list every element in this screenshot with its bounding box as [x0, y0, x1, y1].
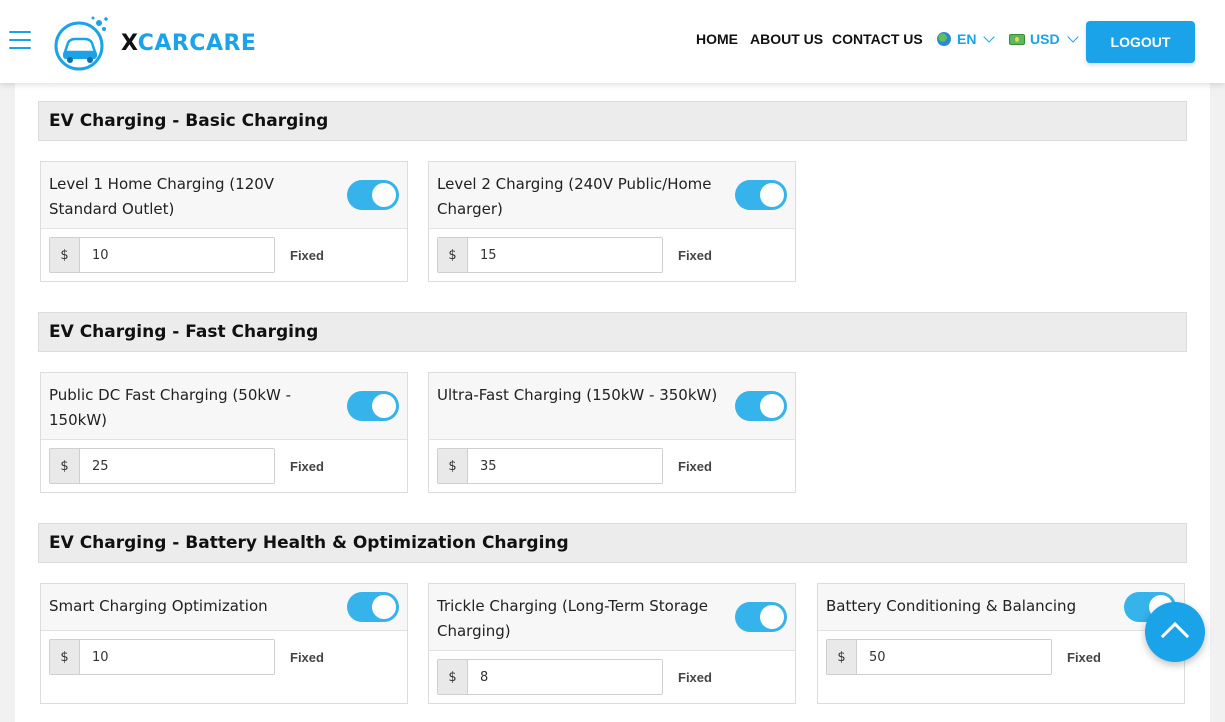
enable-toggle[interactable]	[735, 180, 787, 210]
price-input-group: $	[49, 448, 275, 484]
price-type: Fixed	[678, 669, 712, 685]
enable-toggle[interactable]	[347, 391, 399, 421]
section-title-basic-charging: EV Charging - Basic Charging	[38, 101, 1187, 141]
price-type: Fixed	[290, 649, 324, 665]
currency-addon: $	[827, 640, 857, 674]
service-card-ultra-fast: Ultra-Fast Charging (150kW - 350kW) $ Fi…	[428, 372, 796, 493]
chevron-down-icon	[1066, 31, 1079, 43]
service-card-battery-conditioning: Battery Conditioning & Balancing $ Fixed	[817, 583, 1185, 704]
service-name: Trickle Charging (Long-Term Storage Char…	[437, 597, 708, 640]
service-card-dc-fast: Public DC Fast Charging (50kW - 150kW) $…	[40, 372, 408, 493]
site-logo[interactable]: XCARCARE	[53, 14, 256, 72]
currency-value: USD	[1030, 31, 1060, 47]
service-card-trickle-charging: Trickle Charging (Long-Term Storage Char…	[428, 583, 796, 704]
service-name: Battery Conditioning & Balancing	[826, 597, 1077, 615]
service-price-row: $ Fixed	[41, 440, 407, 492]
nav-about-us[interactable]: ABOUT US	[750, 31, 823, 47]
price-input-group: $	[437, 237, 663, 273]
globe-icon	[937, 32, 951, 46]
main-content: EV Charging - Basic Charging Level 1 Hom…	[15, 83, 1210, 722]
logo-wordmark: XCARCARE	[121, 30, 257, 56]
price-input[interactable]	[468, 449, 662, 483]
scroll-to-top-button[interactable]	[1145, 602, 1205, 662]
service-header: Level 2 Charging (240V Public/Home Charg…	[429, 162, 795, 229]
top-header: XCARCARE HOME ABOUT US CONTACT US EN USD…	[0, 0, 1225, 83]
price-type: Fixed	[290, 458, 324, 474]
currency-addon: $	[438, 238, 468, 272]
price-input-group: $	[826, 639, 1052, 675]
price-input[interactable]	[80, 449, 274, 483]
price-input[interactable]	[80, 238, 274, 272]
language-value: EN	[957, 31, 977, 47]
service-price-row: $ Fixed	[818, 631, 1184, 683]
service-header: Level 1 Home Charging (120V Standard Out…	[41, 162, 407, 229]
price-input-group: $	[437, 448, 663, 484]
currency-selector[interactable]: USD	[1009, 31, 1079, 47]
price-input[interactable]	[468, 660, 662, 694]
service-name: Level 1 Home Charging (120V Standard Out…	[49, 175, 275, 218]
price-type: Fixed	[290, 247, 324, 263]
enable-toggle[interactable]	[735, 391, 787, 421]
service-price-row: $ Fixed	[429, 229, 795, 281]
price-input[interactable]	[468, 238, 662, 272]
price-input-group: $	[49, 237, 275, 273]
service-header: Smart Charging Optimization	[41, 584, 407, 631]
nav-home[interactable]: HOME	[696, 31, 738, 47]
section-title-battery-health: EV Charging - Battery Health & Optimizat…	[38, 523, 1187, 563]
price-input[interactable]	[857, 640, 1051, 674]
service-price-row: $ Fixed	[429, 440, 795, 492]
service-header: Public DC Fast Charging (50kW - 150kW)	[41, 373, 407, 440]
chevron-up-icon	[1160, 621, 1190, 651]
price-type: Fixed	[678, 247, 712, 263]
price-type: Fixed	[678, 458, 712, 474]
service-price-row: $ Fixed	[41, 229, 407, 281]
service-header: Ultra-Fast Charging (150kW - 350kW)	[429, 373, 795, 440]
enable-toggle[interactable]	[347, 180, 399, 210]
currency-addon: $	[438, 660, 468, 694]
service-price-row: $ Fixed	[429, 651, 795, 703]
section-title-fast-charging: EV Charging - Fast Charging	[38, 312, 1187, 352]
currency-addon: $	[438, 449, 468, 483]
logout-button[interactable]: LOGOUT	[1086, 21, 1195, 63]
service-name: Level 2 Charging (240V Public/Home Charg…	[437, 175, 712, 218]
chevron-down-icon	[983, 31, 996, 43]
service-price-row: $ Fixed	[41, 631, 407, 683]
service-card-smart-charging: Smart Charging Optimization $ Fixed	[40, 583, 408, 704]
nav-contact-us[interactable]: CONTACT US	[832, 31, 923, 47]
currency-addon: $	[50, 449, 80, 483]
price-input[interactable]	[80, 640, 274, 674]
service-card-level2: Level 2 Charging (240V Public/Home Charg…	[428, 161, 796, 282]
enable-toggle[interactable]	[347, 592, 399, 622]
currency-addon: $	[50, 238, 80, 272]
service-header: Battery Conditioning & Balancing	[818, 584, 1184, 631]
car-wash-logo-icon	[54, 16, 108, 71]
currency-addon: $	[50, 640, 80, 674]
service-name: Public DC Fast Charging (50kW - 150kW)	[49, 386, 292, 429]
enable-toggle[interactable]	[735, 602, 787, 632]
price-type: Fixed	[1067, 649, 1101, 665]
service-card-level1: Level 1 Home Charging (120V Standard Out…	[40, 161, 408, 282]
service-name: Ultra-Fast Charging (150kW - 350kW)	[437, 386, 718, 404]
service-name: Smart Charging Optimization	[49, 597, 268, 615]
language-selector[interactable]: EN	[937, 31, 996, 47]
service-header: Trickle Charging (Long-Term Storage Char…	[429, 584, 795, 651]
price-input-group: $	[437, 659, 663, 695]
price-input-group: $	[49, 639, 275, 675]
menu-icon[interactable]	[9, 31, 31, 49]
banknote-icon	[1009, 33, 1025, 45]
